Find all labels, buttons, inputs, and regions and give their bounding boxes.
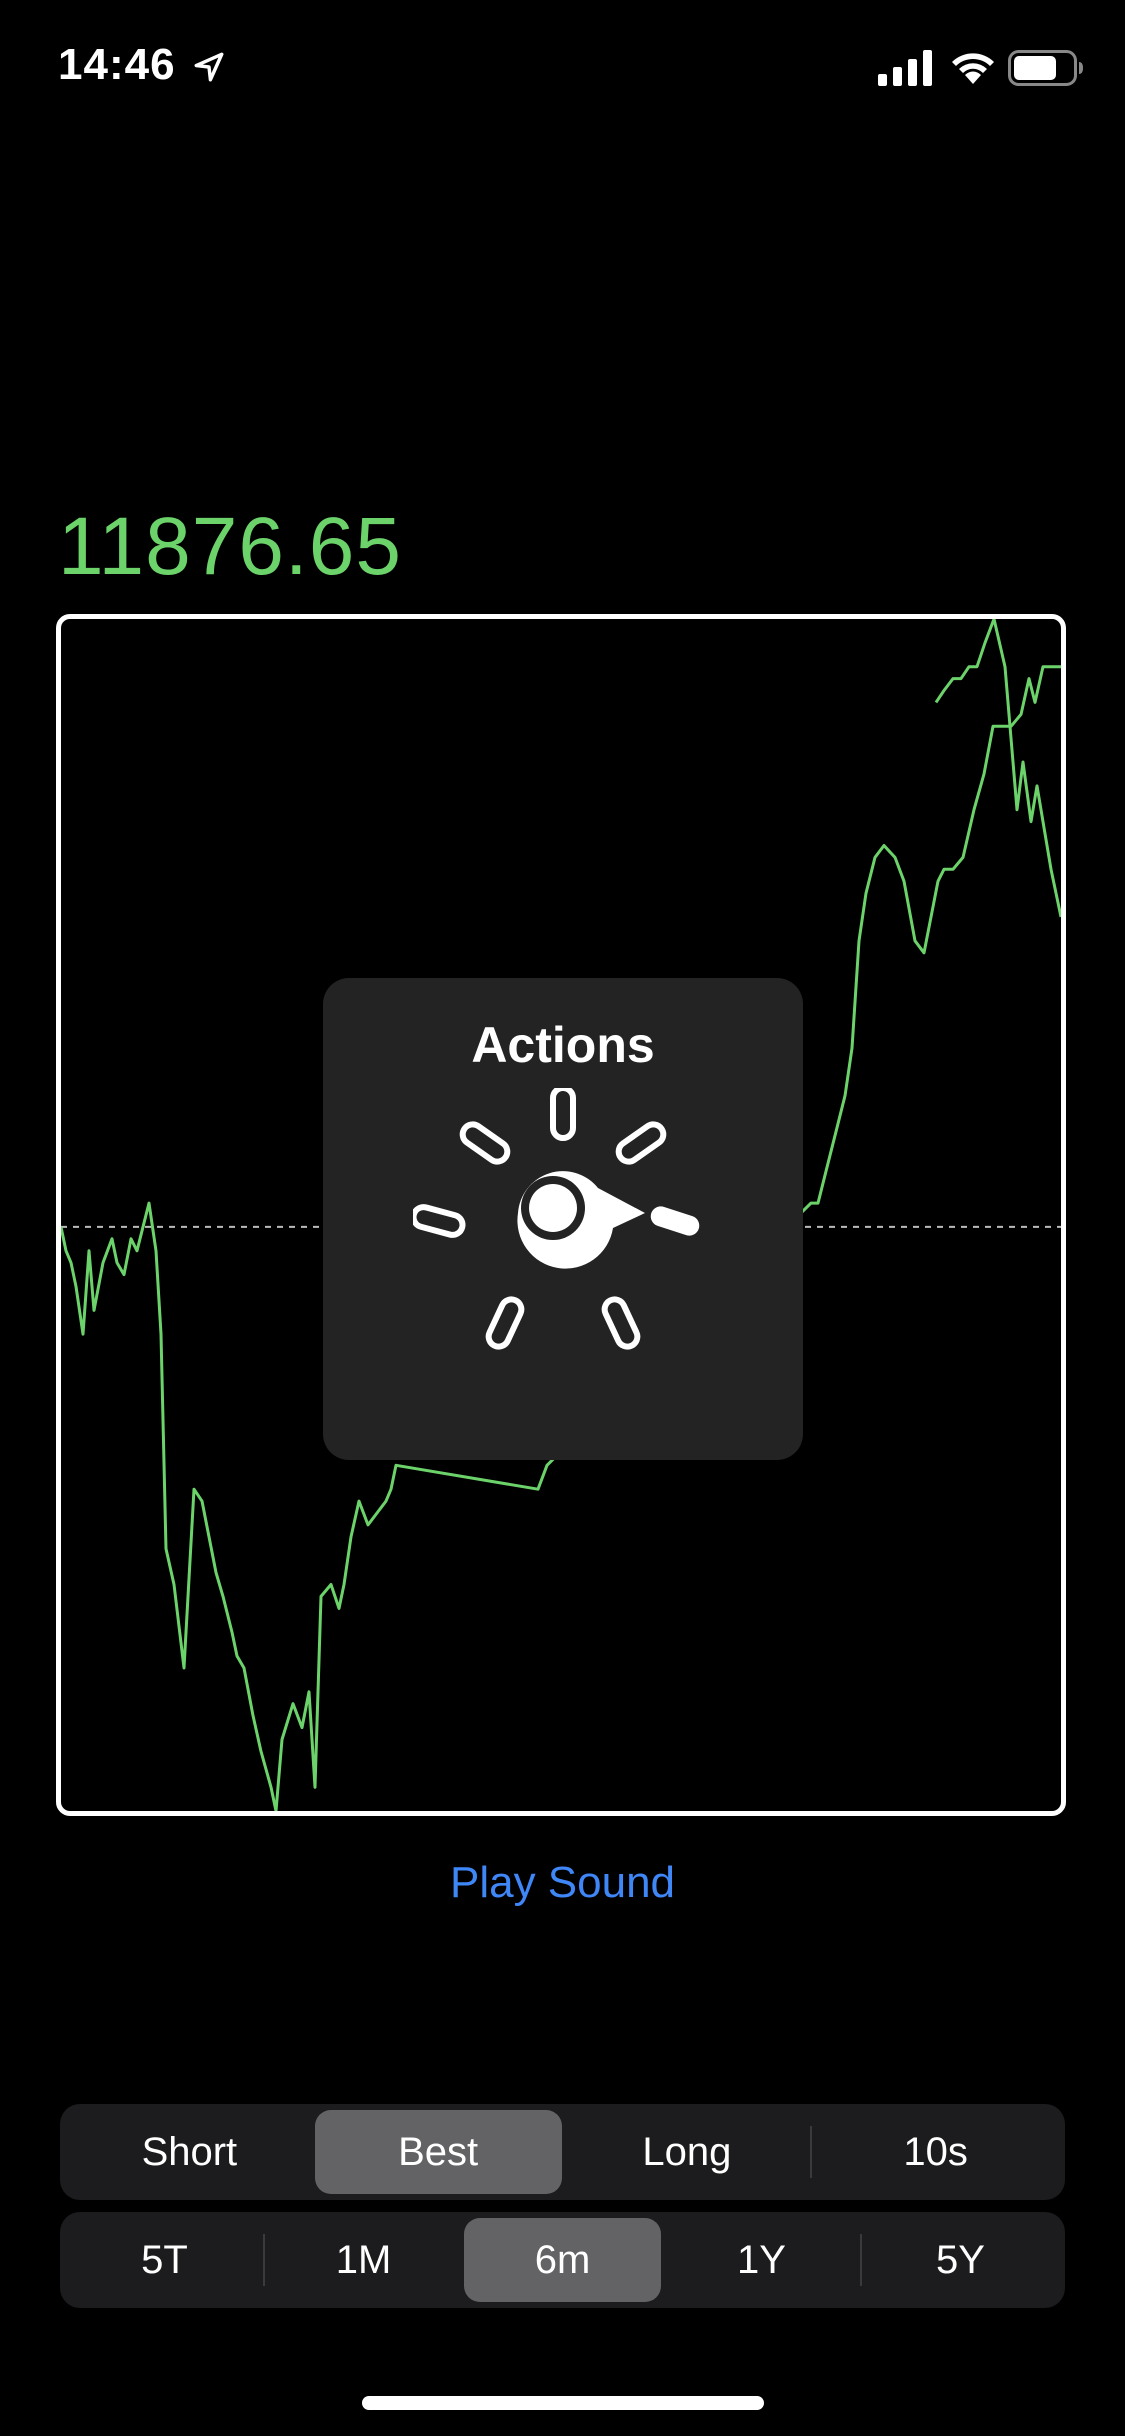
segment-1y[interactable]: 1Y	[663, 2218, 860, 2302]
range-segmented-control: 5T 1M 6m 1Y 5Y	[60, 2212, 1065, 2308]
segment-5y[interactable]: 5Y	[862, 2218, 1059, 2302]
segment-5t[interactable]: 5T	[66, 2218, 263, 2302]
segment-6m[interactable]: 6m	[464, 2218, 661, 2302]
cellular-signal-icon	[878, 50, 932, 86]
home-indicator[interactable]	[362, 2396, 764, 2410]
price-value: 11876.65	[58, 501, 402, 592]
status-bar: 14:46	[0, 0, 1125, 140]
action-button-icon	[413, 1088, 700, 1350]
status-time: 14:46	[58, 40, 176, 89]
segment-1m[interactable]: 1M	[265, 2218, 462, 2302]
wifi-icon	[952, 53, 994, 84]
actions-hud: Actions	[323, 978, 803, 1460]
segment-short[interactable]: Short	[66, 2110, 313, 2194]
chart-series-line-right	[934, 619, 1061, 918]
play-sound-button[interactable]: Play Sound	[0, 1858, 1125, 1908]
actions-title: Actions	[471, 1017, 655, 1073]
location-arrow-icon	[194, 52, 224, 82]
mode-segmented-control: Short Best Long 10s	[60, 2104, 1065, 2200]
battery-icon	[1008, 50, 1083, 86]
segment-long[interactable]: Long	[564, 2110, 811, 2194]
segment-best[interactable]: Best	[314, 2110, 562, 2194]
segment-10s[interactable]: 10s	[812, 2110, 1059, 2194]
